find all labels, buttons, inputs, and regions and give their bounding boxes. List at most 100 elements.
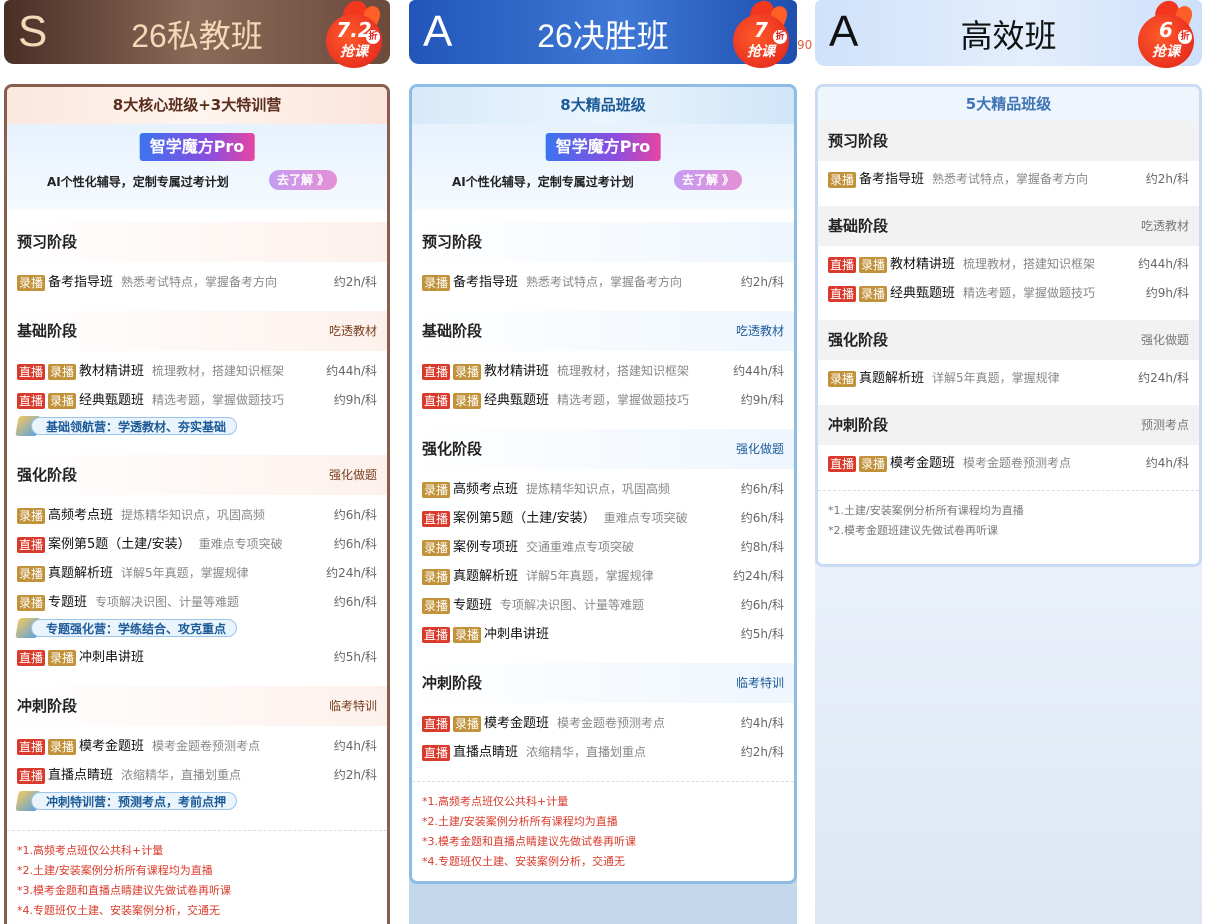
course-row[interactable]: 录播 真题解析班 详解5年真题，掌握规律 约24h/科: [412, 562, 794, 591]
course-name: 高频考点班: [453, 482, 519, 497]
course-row[interactable]: 直播 录播 经典甄题班 精选考题，掌握做题技巧 约9h/科: [818, 279, 1199, 308]
course-row[interactable]: 录播 专题班 专项解决识图、计量等难题 约6h/科: [412, 591, 794, 620]
course-row[interactable]: 直播 录播 教材精讲班 梳理教材，搭建知识框架 约44h/科: [818, 250, 1199, 279]
stage-name: 基础阶段: [828, 217, 889, 235]
live-badge: 直播: [17, 536, 46, 553]
plan-header[interactable]: S 26私教班 7.2 折 抢课: [4, 0, 390, 68]
stage-block: 冲刺阶段 预测考点直播 录播 模考金题班 模考金题卷预测考点 约4h/科: [818, 405, 1199, 490]
course-row[interactable]: 直播 录播 教材精讲班 梳理教材，搭建知识框架 约44h/科: [412, 357, 794, 386]
camp-label: 冲刺特训营：预测考点，考前点押: [31, 792, 238, 810]
course-duration: 约6h/科: [740, 511, 784, 525]
recorded-badge: 录播: [17, 507, 46, 524]
course-row[interactable]: 直播 录播 经典甄题班 精选考题，掌握做题技巧 约9h/科: [7, 386, 387, 415]
stage-header: 冲刺阶段 预测考点: [818, 405, 1199, 445]
course-row[interactable]: 直播 录播 冲刺串讲班 约5h/科: [412, 620, 794, 649]
discount-flame-badge[interactable]: 6 折 抢课: [1132, 0, 1198, 70]
stage-block: 基础阶段 吃透教材直播 录播 教材精讲班 梳理教材，搭建知识框架 约44h/科 直播 录播 经典…: [818, 206, 1199, 320]
recorded-badge: 录播: [48, 363, 77, 380]
course-name: 真题解析班: [453, 569, 519, 584]
course-row[interactable]: 直播 录播 冲刺串讲班 约5h/科: [7, 643, 387, 672]
course-desc: 精选考题，掌握做题技巧: [152, 393, 285, 407]
recorded-badge: 录播: [422, 597, 451, 614]
live-badge: 直播: [828, 256, 857, 273]
footnotes: *1.高频考点班仅公共科+计量 *2.土建/安装案例分析所有课程均为直播 *3.模考…: [7, 830, 387, 921]
course-name: 经典甄题班: [79, 393, 145, 408]
course-desc: 交通重难点专项突破: [526, 540, 635, 554]
stage-block: 强化阶段 强化做题录播 真题解析班 详解5年真题，掌握规律 约24h/科: [818, 320, 1199, 405]
stage-block: 基础阶段 吃透教材 直播 录播 教材精讲班 梳理教材，搭建知识框架 约44h/科 直播 录播 经典…: [7, 311, 387, 455]
stage-list: 预习阶段 录播 备考指导班 熟悉考试特点，掌握备考方向 约2h/科 基础阶段 吃透教材 直播录…: [7, 222, 387, 830]
card-title: 5大精品班级: [818, 87, 1199, 121]
course-row[interactable]: 录播 高频考点班 提炼精华知识点，巩固高频 约6h/科: [412, 475, 794, 504]
stage-tag: 强化做题: [1140, 333, 1189, 347]
recorded-badge: 录播: [453, 392, 482, 409]
camp-banner[interactable]: 基础领航营：学透教材、夯实基础: [15, 415, 387, 437]
card-title: 8大核心班级+3大特训营: [7, 87, 387, 124]
stage-list: 预习阶段录播 备考指导班 熟悉考试特点，掌握备考方向 约2h/科基础阶段 吃透教材 直播录…: [412, 222, 794, 781]
course-desc: 专项解决识图、计量等难题: [500, 598, 645, 612]
stage-header: 基础阶段 吃透教材: [818, 206, 1199, 246]
course-duration: 约24h/科: [326, 566, 377, 580]
course-row[interactable]: 直播 直播点睛班 浓缩精华，直播划重点 约2h/科: [412, 738, 794, 767]
recorded-badge: 录播: [48, 738, 77, 755]
stage-block: 基础阶段 吃透教材 直播 录播 教材精讲班 梳理教材，搭建知识框架 约44h/科 直播 录播 经典…: [412, 311, 794, 429]
stage-tag: 临考特训: [328, 699, 377, 713]
course-name: 备考指导班: [453, 275, 519, 290]
plan-header[interactable]: A 高效班 6 折 抢课: [815, 0, 1202, 68]
live-badge: 直播: [828, 455, 857, 472]
course-row[interactable]: 录播 高频考点班 提炼精华知识点，巩固高频 约6h/科: [7, 501, 387, 530]
course-row[interactable]: 直播 录播 教材精讲班 梳理教材，搭建知识框架 约44h/科: [7, 357, 387, 386]
recorded-badge: 录播: [859, 285, 888, 302]
course-row[interactable]: 录播 备考指导班 熟悉考试特点，掌握备考方向 约2h/科: [412, 268, 794, 297]
stage-header: 强化阶段 强化做题: [818, 320, 1199, 360]
course-row[interactable]: 直播 录播 模考金题班 模考金题卷预测考点 约4h/科: [7, 732, 387, 761]
course-desc: 熟悉考试特点，掌握备考方向: [121, 275, 278, 289]
discount-cta: 抢课: [340, 44, 368, 60]
plan-header[interactable]: A 26决胜班 7 折 抢课: [409, 0, 797, 68]
stage-name: 预习阶段: [422, 233, 483, 251]
course-row[interactable]: 录播 案例专项班 交通重难点专项突破 约8h/科: [412, 533, 794, 562]
course-row[interactable]: 录播 专题班 专项解决识图、计量等难题 约6h/科: [7, 588, 387, 617]
course-row[interactable]: 直播 直播点睛班 浓缩精华，直播划重点 约2h/科: [7, 761, 387, 790]
course-row[interactable]: 直播 案例第5题（土建/安装） 重难点专项突破 约6h/科: [412, 504, 794, 533]
learn-more-button[interactable]: 去了解 》: [269, 170, 338, 190]
stage-name: 冲刺阶段: [422, 674, 483, 692]
course-duration: 约6h/科: [333, 508, 377, 522]
course-duration: 约2h/科: [1145, 172, 1189, 186]
live-badge: 直播: [422, 715, 451, 732]
camp-banner[interactable]: 冲刺特训营：预测考点，考前点押: [15, 790, 387, 812]
course-row[interactable]: 录播 真题解析班 详解5年真题，掌握规律 约24h/科: [818, 364, 1199, 393]
course-row[interactable]: 录播 备考指导班 熟悉考试特点，掌握备考方向 约2h/科: [7, 268, 387, 297]
discount-flame-badge[interactable]: 7 折 抢课: [727, 0, 793, 70]
recorded-badge: 录播: [17, 565, 46, 582]
promo-text: AI个性化辅导，定制专属过考计划: [452, 175, 634, 189]
learn-more-button[interactable]: 去了解 》: [674, 170, 743, 190]
discount-unit: 折: [366, 30, 380, 44]
course-duration: 约2h/科: [333, 768, 377, 782]
promo-badge: 智学魔方Pro: [139, 133, 255, 161]
course-duration: 约44h/科: [733, 364, 784, 378]
live-badge: 直播: [17, 363, 46, 380]
stage-block: 预习阶段录播 备考指导班 熟悉考试特点，掌握备考方向 约2h/科: [412, 222, 794, 311]
course-row[interactable]: 直播 录播 模考金题班 模考金题卷预测考点 约4h/科: [818, 449, 1199, 478]
camp-banner[interactable]: 专题强化营：学练结合、攻克重点: [15, 617, 387, 639]
course-desc: 熟悉考试特点，掌握备考方向: [932, 172, 1089, 186]
recorded-badge: 录播: [422, 274, 451, 291]
course-row[interactable]: 直播 案例第5题（土建/安装） 重难点专项突破 约6h/科: [7, 530, 387, 559]
course-desc: 模考金题卷预测考点: [152, 739, 261, 753]
stage-block: 强化阶段 强化做题 录播 高频考点班 提炼精华知识点，巩固高频 约6h/科 直播 案例第5题（…: [412, 429, 794, 663]
stage-name: 强化阶段: [422, 440, 483, 458]
course-desc: 梳理教材，搭建知识框架: [963, 257, 1096, 271]
course-name: 案例第5题（土建/安装）: [48, 537, 191, 552]
course-row[interactable]: 直播 录播 经典甄题班 精选考题，掌握做题技巧 约9h/科: [412, 386, 794, 415]
course-row[interactable]: 录播 真题解析班 详解5年真题，掌握规律 约24h/科: [7, 559, 387, 588]
recorded-badge: 录播: [859, 455, 888, 472]
footnote: *1.高频考点班仅公共科+计量: [17, 844, 164, 857]
course-row[interactable]: 直播 录播 模考金题班 模考金题卷预测考点 约4h/科: [412, 709, 794, 738]
course-duration: 约9h/科: [1145, 286, 1189, 300]
course-name: 冲刺串讲班: [484, 627, 550, 642]
course-desc: 详解5年真题，掌握规律: [526, 569, 654, 583]
course-row[interactable]: 录播 备考指导班 熟悉考试特点，掌握备考方向 约2h/科: [818, 165, 1199, 194]
course-desc: 浓缩精华，直播划重点: [121, 768, 242, 782]
discount-flame-badge[interactable]: 7.2 折 抢课: [320, 0, 386, 70]
